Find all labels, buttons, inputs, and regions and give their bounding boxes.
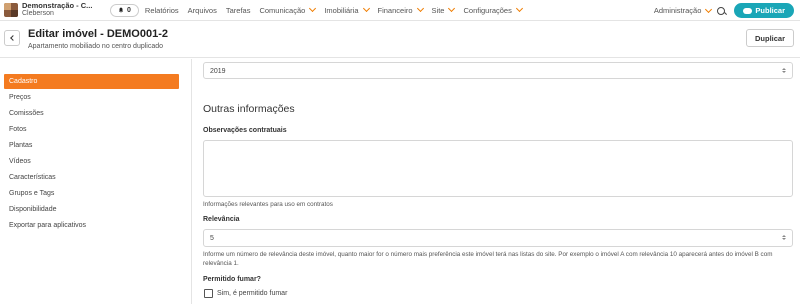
chevron-down-icon: [309, 4, 317, 13]
page-header: Editar imóvel - DEMO001-2 Apartamento mo…: [0, 22, 800, 58]
nav-item-site[interactable]: Site: [432, 4, 456, 15]
year-field[interactable]: 2019: [203, 62, 793, 79]
nav-item-imobiliaria[interactable]: Imobiliária: [324, 4, 370, 15]
nav-item-relatorios[interactable]: Relatórios: [145, 6, 179, 15]
relevancia-label: Relevância: [203, 216, 240, 223]
fumar-checkbox[interactable]: [204, 289, 213, 298]
sidebar-item-precos[interactable]: Preços: [4, 90, 179, 105]
main-menu: Relatórios Arquivos Tarefas Comunicação …: [145, 4, 531, 15]
observacoes-textarea[interactable]: [203, 140, 793, 197]
chevron-down-icon: [515, 4, 523, 13]
sidebar-item-disponibilidade[interactable]: Disponibilidade: [4, 202, 179, 217]
account-switcher[interactable]: Demonstração - C... Cleberson: [4, 2, 106, 18]
top-navbar: Demonstração - C... Cleberson 0 Relatóri…: [0, 0, 800, 21]
form-area: 2019 Outras informações Observações cont…: [193, 59, 800, 304]
nav-item-financeiro[interactable]: Financeiro: [378, 4, 424, 15]
publish-button[interactable]: Publicar: [734, 3, 794, 18]
page-subtitle: Apartamento mobiliado no centro duplicad…: [28, 43, 164, 50]
nav-item-comunicacao[interactable]: Comunicação: [259, 4, 317, 15]
fumar-option-label[interactable]: Sim, é permitido fumar: [217, 290, 287, 297]
nav-item-tarefas[interactable]: Tarefas: [226, 6, 251, 15]
observacoes-label: Observações contratuais: [203, 127, 287, 134]
chevron-down-icon: [448, 4, 456, 13]
sidebar-item-grupos-tags[interactable]: Grupos e Tags: [4, 186, 179, 201]
relevancia-input[interactable]: 5: [203, 229, 793, 247]
sidebar-item-videos[interactable]: Vídeos: [4, 154, 179, 169]
section-title: Outras informações: [203, 103, 295, 115]
user-name: Cleberson: [22, 10, 54, 17]
observacoes-help: Informações relevantes para uso em contr…: [203, 201, 333, 208]
relevancia-help: Informe um número de relevância deste im…: [203, 251, 773, 267]
chevron-down-icon: [416, 4, 424, 13]
sidebar-item-comissoes[interactable]: Comissões: [4, 106, 179, 121]
nav-item-configuracoes[interactable]: Configurações: [463, 4, 523, 15]
page-title: Editar imóvel - DEMO001-2: [28, 28, 168, 40]
sidebar-item-exportar[interactable]: Exportar para aplicativos: [4, 218, 179, 233]
bell-icon: [118, 7, 124, 13]
notifications-count: 0: [127, 6, 131, 14]
chevron-down-icon: [705, 5, 713, 13]
nav-item-arquivos[interactable]: Arquivos: [188, 6, 217, 15]
fumar-label: Permitido fumar?: [203, 276, 261, 283]
back-button[interactable]: [4, 30, 20, 46]
nav-item-administracao[interactable]: Administração: [654, 5, 713, 15]
company-name: Demonstração - C...: [22, 1, 93, 10]
notifications-button[interactable]: 0: [110, 3, 139, 17]
sidebar-item-plantas[interactable]: Plantas: [4, 138, 179, 153]
sidebar-item-cadastro[interactable]: Cadastro: [4, 74, 179, 89]
sidebar: Cadastro Preços Comissões Fotos Plantas …: [0, 59, 192, 304]
spinner-icon[interactable]: [781, 235, 786, 240]
chevron-left-icon: [10, 35, 16, 41]
chevron-down-icon: [362, 4, 370, 13]
sidebar-item-caracteristicas[interactable]: Características: [4, 170, 179, 185]
search-icon[interactable]: [717, 6, 726, 15]
cloud-upload-icon: [743, 7, 753, 14]
company-logo: [4, 3, 18, 17]
duplicate-button[interactable]: Duplicar: [745, 29, 794, 47]
sidebar-item-fotos[interactable]: Fotos: [4, 122, 179, 137]
spinner-icon[interactable]: [781, 68, 786, 73]
